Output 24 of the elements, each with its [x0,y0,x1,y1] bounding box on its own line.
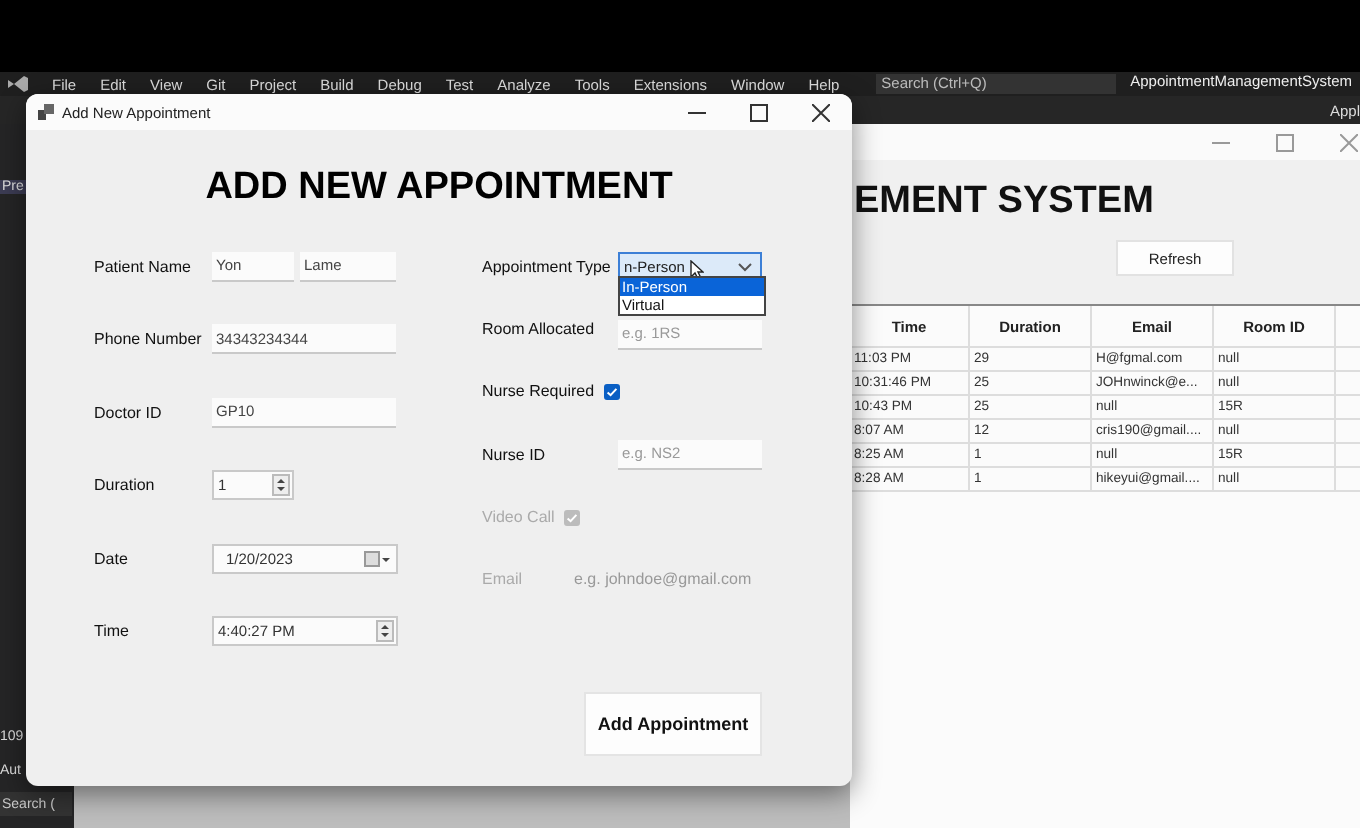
add-appointment-button[interactable]: Add Appointment [584,692,762,757]
field-label: Nurse ID [482,445,548,464]
field-label: Duration [94,476,157,495]
field-label: Email [482,570,525,589]
app-logo-icon [8,76,28,92]
spin-arrows-icon[interactable] [376,620,394,643]
field-label: Appointment Type [482,257,613,275]
page-heading: EMENT SYSTEM [854,180,1156,224]
close-icon[interactable] [812,103,830,121]
field-label: Video Call [482,508,555,527]
calendar-icon[interactable] [364,549,390,568]
maximize-icon[interactable] [750,103,768,121]
field-label: Room Allocated [482,319,597,338]
checkbox[interactable] [604,383,621,400]
field-label: Nurse Required [482,382,595,401]
field-label: Date [94,549,130,568]
form-heading: ADD NEW APPOINTMENT [203,166,675,210]
field-label: Time [94,622,131,641]
field-label: Patient Name [94,257,193,275]
field-label: Doctor ID [94,403,164,422]
app-icon [38,104,54,120]
spin-arrows-icon[interactable] [272,474,290,497]
chevron-icon [738,261,752,271]
field-label: Phone Number [94,330,204,349]
